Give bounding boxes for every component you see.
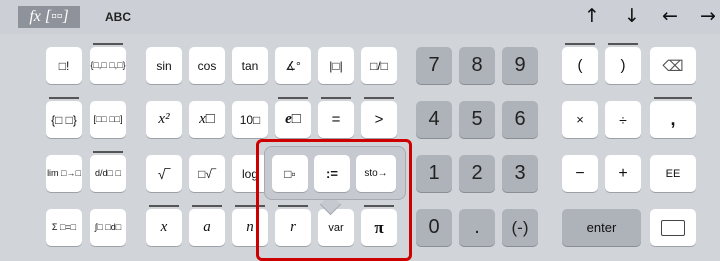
tan-key[interactable]: tan bbox=[232, 47, 268, 84]
highlight-box bbox=[256, 139, 412, 261]
arrow-down-icon[interactable]: ↓ bbox=[620, 4, 644, 28]
digit-8-key[interactable]: 8 bbox=[459, 47, 495, 84]
digit-3-key[interactable]: 3 bbox=[502, 155, 538, 192]
cos-key[interactable]: cos bbox=[189, 47, 225, 84]
ten-power-key[interactable]: 10□ bbox=[232, 101, 268, 138]
var-a-key[interactable]: a bbox=[189, 205, 225, 246]
digit-5-key[interactable]: 5 bbox=[459, 101, 495, 138]
limit-key[interactable]: lim □→□ bbox=[46, 155, 82, 192]
greater-key[interactable]: > bbox=[361, 97, 397, 138]
factorial-key[interactable]: □! bbox=[46, 47, 82, 84]
keyboard-dismiss-icon bbox=[661, 219, 685, 236]
divide-key[interactable]: ÷ bbox=[605, 101, 641, 138]
enter-key[interactable]: enter bbox=[562, 209, 641, 246]
backspace-icon[interactable]: ⌫ bbox=[650, 47, 696, 84]
power-key[interactable]: x□ bbox=[189, 101, 225, 138]
multiply-key[interactable]: × bbox=[562, 101, 598, 138]
digit-1-key[interactable]: 1 bbox=[416, 155, 452, 192]
exp-key[interactable]: e□ bbox=[275, 97, 311, 138]
digit-0-key[interactable]: 0 bbox=[416, 209, 452, 246]
arrow-right-icon[interactable]: → bbox=[696, 4, 720, 28]
open-paren-key[interactable]: ( bbox=[562, 43, 598, 84]
ee-key[interactable]: EE bbox=[650, 155, 696, 192]
piecewise-key[interactable]: {□,□ □,□} bbox=[90, 43, 126, 84]
nth-root-key[interactable]: □√‾ bbox=[189, 155, 225, 192]
arrow-up-icon[interactable]: ↑ bbox=[580, 4, 604, 28]
decimal-key[interactable]: . bbox=[459, 209, 495, 246]
angle-key[interactable]: ∡° bbox=[275, 47, 311, 84]
keyboard-dismiss-button[interactable] bbox=[650, 209, 696, 246]
plus-key[interactable]: + bbox=[605, 155, 641, 192]
tab-abc[interactable]: ABC bbox=[96, 6, 140, 28]
equals-key[interactable]: = bbox=[318, 97, 354, 138]
matrix-key[interactable]: [□□ □□] bbox=[90, 101, 126, 138]
toolbar: fx [▫▫] ABC ↑ ↓ ← → bbox=[0, 0, 720, 34]
tab-functions[interactable]: fx [▫▫] bbox=[18, 6, 80, 28]
digit-9-key[interactable]: 9 bbox=[502, 47, 538, 84]
system-key[interactable]: {□ □} bbox=[46, 97, 82, 138]
digit-6-key[interactable]: 6 bbox=[502, 101, 538, 138]
arrow-left-icon[interactable]: ← bbox=[658, 4, 682, 28]
digit-4-key[interactable]: 4 bbox=[416, 101, 452, 138]
minus-key[interactable]: − bbox=[562, 155, 598, 192]
abs-key[interactable]: |□| bbox=[318, 47, 354, 84]
var-x-key[interactable]: x bbox=[146, 205, 182, 246]
derivative-key[interactable]: d/d□ □ bbox=[90, 151, 126, 192]
sqrt-key[interactable]: √‾ bbox=[146, 155, 182, 192]
integral-key[interactable]: ∫□ □d□ bbox=[90, 209, 126, 246]
close-paren-key[interactable]: ) bbox=[605, 43, 641, 84]
fraction-key[interactable]: □/□ bbox=[361, 47, 397, 84]
sum-key[interactable]: Σ □=□ bbox=[46, 209, 82, 246]
negative-key[interactable]: (-) bbox=[502, 209, 538, 246]
comma-key[interactable]: , bbox=[650, 97, 696, 138]
digit-7-key[interactable]: 7 bbox=[416, 47, 452, 84]
sin-key[interactable]: sin bbox=[146, 47, 182, 84]
square-key[interactable]: x² bbox=[146, 101, 182, 138]
digit-2-key[interactable]: 2 bbox=[459, 155, 495, 192]
